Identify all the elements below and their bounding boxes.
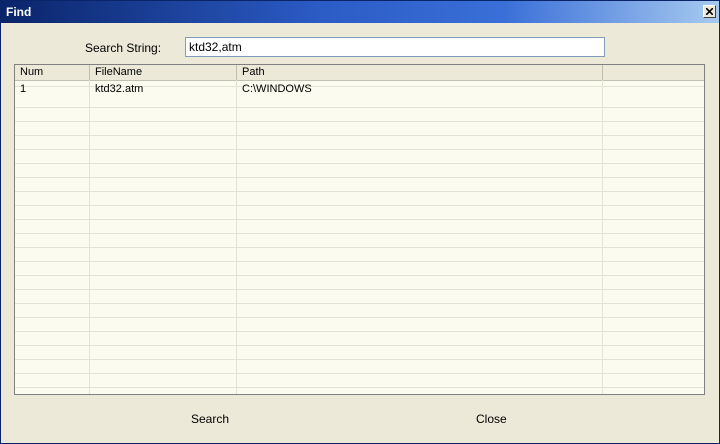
column-header-filename[interactable]: FileName	[90, 65, 237, 80]
close-icon	[706, 8, 713, 15]
column-divider	[236, 80, 237, 394]
search-string-label: Search String:	[85, 41, 162, 55]
window-title: Find	[6, 5, 32, 19]
column-header-num[interactable]: Num	[15, 65, 90, 80]
column-divider	[602, 80, 603, 394]
find-dialog: Find Search String: Num FileName Path 1 …	[0, 0, 720, 444]
table-row[interactable]: 1 ktd32.atm C:\WINDOWS	[15, 82, 704, 96]
close-button[interactable]: Close	[476, 412, 507, 426]
results-list-header: Num FileName Path	[15, 65, 704, 81]
results-list[interactable]: Num FileName Path 1 ktd32.atm C:\WINDOWS	[14, 64, 705, 395]
cell-num: 1	[20, 83, 27, 95]
column-divider	[89, 80, 90, 394]
search-button[interactable]: Search	[191, 412, 229, 426]
column-header-path[interactable]: Path	[237, 65, 603, 80]
title-bar[interactable]: Find	[1, 1, 719, 23]
cell-path: C:\WINDOWS	[242, 83, 312, 95]
cell-filename: ktd32.atm	[95, 83, 144, 95]
column-header-empty[interactable]	[603, 65, 704, 80]
search-input[interactable]	[185, 37, 605, 57]
window-close-button[interactable]	[703, 5, 716, 18]
